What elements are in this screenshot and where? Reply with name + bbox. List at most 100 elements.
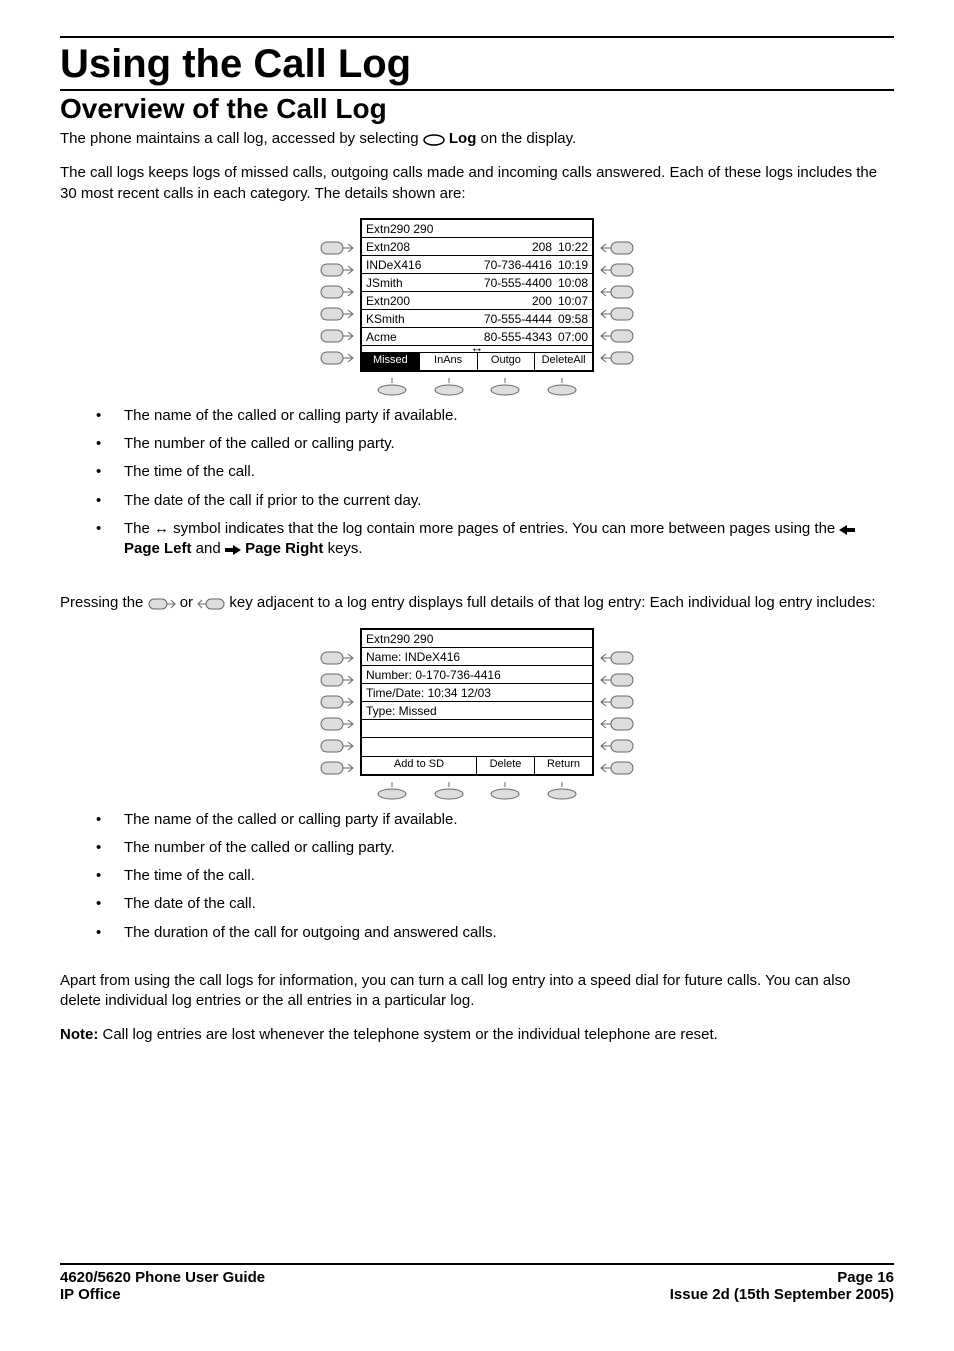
lcd-figure-call-log-list: Extn290 290 Extn20820810:22 INDeX41670-7… [60,218,894,396]
lcd: Extn290 290 Extn20820810:22 INDeX41670-7… [320,218,634,396]
text: Pressing the [60,594,148,611]
softkey-icon [600,650,634,666]
softkey-icon [320,738,354,754]
double-arrow-icon: ↔ [154,520,169,537]
softkey-icon [600,328,634,344]
lcd-tab-outgo: Outgo [478,353,536,370]
bullet-list: The name of the called or calling party … [96,810,894,943]
log-label: Log [449,130,477,147]
lcd-tabs: Add to SD Delete Return [362,756,592,774]
oval-key-icon [423,134,445,146]
lcd-row: INDeX41670-736-441610:19 [362,256,592,274]
lcd-tab-deleteall: DeleteAll [535,353,592,370]
lcd-screen: Extn290 290 Name: INDeX416 Number: 0-170… [360,628,594,776]
text: key adjacent to a log entry displays ful… [225,594,875,611]
softkey-icon [600,672,634,688]
softkey-icon [320,328,354,344]
softkey-icon [320,350,354,366]
cell-name: KSmith [366,312,484,325]
cell-number: 80-555-4343 [484,330,558,343]
softkey-icon [320,306,354,322]
left-softkeys [320,218,354,366]
list-item: The date of the call if prior to the cur… [96,491,894,511]
lcd-tab-inans: InAns [420,353,478,370]
softkey-left-icon [197,598,225,610]
list-item: The duration of the call for outgoing an… [96,923,894,943]
softkey-icon [320,716,354,732]
softkey-icon [320,672,354,688]
page-left-icon [839,524,855,536]
footer-right: Page 16 [837,1269,894,1286]
right-softkeys [600,628,634,776]
lcd-row: Extn20020010:07 [362,292,592,310]
cell-name: Extn200 [366,294,532,307]
list-item: The time of the call. [96,462,894,482]
lcd-figure-call-log-detail: Extn290 290 Name: INDeX416 Number: 0-170… [60,628,894,800]
section-heading: Overview of the Call Log [60,93,894,125]
footer-row: IP Office Issue 2d (15th September 2005) [60,1286,894,1303]
cell-time: 10:07 [558,294,588,307]
note-body: Call log entries are lost whenever the t… [98,1026,718,1043]
lcd-tab-add-to-sd: Add to SD [362,757,477,774]
softkey-icon [600,760,634,776]
cell-name: JSmith [366,276,484,289]
softkey-icon [600,716,634,732]
list-item: The date of the call. [96,894,894,914]
bottom-softkeys [354,782,600,800]
text: or [176,594,198,611]
list-item: The name of the called or calling party … [96,810,894,830]
softkey-icon [542,782,582,800]
more-pages-icon: ↔ [362,344,592,352]
softkey-icon [320,760,354,776]
page-right-icon [225,544,241,556]
cell-number: 208 [532,240,558,253]
lcd-row: Extn20820810:22 [362,238,592,256]
screen-column: Extn290 290 Name: INDeX416 Number: 0-170… [354,628,600,800]
text: symbol indicates that the log contain mo… [169,520,839,537]
lcd-screen: Extn290 290 Extn20820810:22 INDeX41670-7… [360,218,594,372]
bullet-list: The name of the called or calling party … [96,406,894,560]
softkey-icon [600,306,634,322]
softkey-icon [320,284,354,300]
cell-time: 10:19 [558,258,588,271]
softkey-icon [600,738,634,754]
cell-time: 10:22 [558,240,588,253]
footer-left: IP Office [60,1286,121,1303]
paragraph: The call logs keeps logs of missed calls… [60,163,894,204]
cell-name: INDeX416 [366,258,484,271]
lcd-tab-missed: Missed [362,353,420,370]
screen-column: Extn290 290 Extn20820810:22 INDeX41670-7… [354,218,600,396]
lcd-tabs: Missed InAns Outgo DeleteAll [362,352,592,370]
softkey-icon [320,240,354,256]
top-rule [60,36,894,38]
cell-name: Extn208 [366,240,532,253]
note-paragraph: Note: Call log entries are lost whenever… [60,1025,894,1045]
list-item: The name of the called or calling party … [96,406,894,426]
softkey-right-icon [148,598,176,610]
text: on the display. [476,130,576,147]
lcd-row: KSmith70-555-444409:58 [362,310,592,328]
lcd-row: Number: 0-170-736-4416 [362,666,592,684]
lcd-row: Time/Date: 10:34 12/03 [362,684,592,702]
lcd-tab-return: Return [535,757,592,774]
lcd-tab-delete: Delete [477,757,535,774]
lcd-row: JSmith70-555-440010:08 [362,274,592,292]
softkey-icon [320,262,354,278]
text: keys. [323,540,362,557]
page: Using the Call Log Overview of the Call … [0,0,954,1351]
lcd-row: Type: Missed [362,702,592,720]
cell-number: 70-555-4444 [484,312,558,325]
cell-time: 09:58 [558,312,588,325]
footer-rule [60,1263,894,1265]
cell-number: 200 [532,294,558,307]
lcd-row: Name: INDeX416 [362,648,592,666]
softkey-icon [372,782,412,800]
softkey-icon [429,782,469,800]
page-footer: 4620/5620 Phone User Guide Page 16 IP Of… [60,1263,894,1303]
footer-right: Issue 2d (15th September 2005) [670,1286,894,1303]
softkey-icon [372,378,412,396]
text: The [124,520,154,537]
cell-time: 10:08 [558,276,588,289]
cell-name: Acme [366,330,484,343]
lcd-row-empty [362,738,592,756]
